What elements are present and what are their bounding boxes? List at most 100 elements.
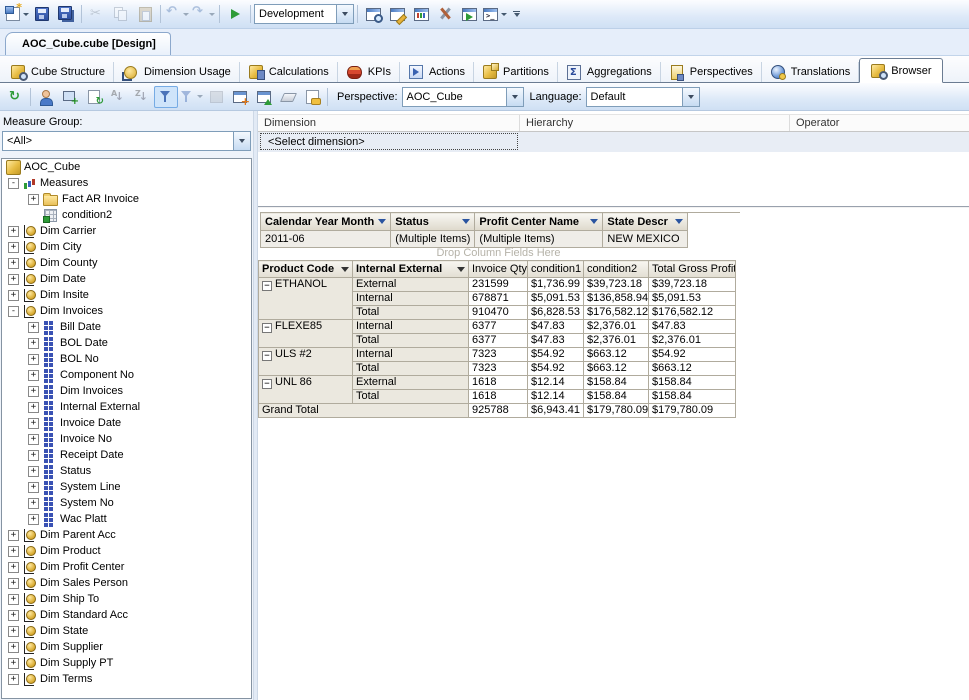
expand-icon[interactable]: + <box>8 578 19 589</box>
expand-icon[interactable]: + <box>28 402 39 413</box>
refresh-button[interactable] <box>82 86 106 108</box>
collapse-icon[interactable]: − <box>262 281 272 291</box>
paste-button[interactable] <box>133 3 157 25</box>
solution-explorer-button[interactable] <box>361 3 385 25</box>
tab-cube-structure[interactable]: Cube Structure <box>2 62 114 82</box>
command-window-button[interactable] <box>481 3 508 25</box>
tree-item-aoc-cube[interactable]: AOC_Cube <box>2 159 251 175</box>
collapse-icon[interactable]: − <box>262 351 272 361</box>
select-dimension-cell[interactable]: <Select dimension> <box>260 133 518 150</box>
expand-icon[interactable]: + <box>28 322 39 333</box>
tree-item-fact-ar-invoice[interactable]: +Fact AR Invoice <box>2 191 251 207</box>
tab-calculations[interactable]: Calculations <box>240 62 338 82</box>
tree-item-system-no[interactable]: +System No <box>2 495 251 511</box>
expand-icon[interactable]: + <box>28 418 39 429</box>
new-item-button[interactable] <box>4 3 30 25</box>
measure-group-combo[interactable]: <All> <box>2 131 251 151</box>
expand-icon[interactable]: + <box>28 338 39 349</box>
expand-icon[interactable]: + <box>8 658 19 669</box>
document-tab[interactable]: AOC_Cube.cube [Design] <box>5 32 171 55</box>
save-all-button[interactable] <box>54 3 78 25</box>
copy-button[interactable] <box>109 3 133 25</box>
expand-icon[interactable]: + <box>28 482 39 493</box>
tree-item-condition2[interactable]: condition2 <box>2 207 251 223</box>
solution-configuration-combo[interactable]: Development <box>254 4 354 24</box>
tree-item-internal-external[interactable]: +Internal External <box>2 399 251 415</box>
expand-icon[interactable]: + <box>8 562 19 573</box>
show-hidden-button[interactable] <box>252 86 276 108</box>
drillthrough-button[interactable] <box>204 86 228 108</box>
tree-item-measures[interactable]: -Measures <box>2 175 251 191</box>
expand-icon[interactable]: + <box>28 386 39 397</box>
expand-icon[interactable]: + <box>8 274 19 285</box>
expand-icon[interactable]: + <box>8 626 19 637</box>
tree-item-dim-terms[interactable]: +Dim Terms <box>2 671 251 687</box>
tree-item-dim-sales-person[interactable]: +Dim Sales Person <box>2 575 251 591</box>
perspective-combo[interactable]: AOC_Cube <box>402 87 524 107</box>
filter-dropdown-icon[interactable] <box>378 219 386 224</box>
expand-icon[interactable]: + <box>28 498 39 509</box>
redo-button[interactable] <box>190 3 216 25</box>
expand-icon[interactable]: + <box>8 610 19 621</box>
tree-item-dim-invoices[interactable]: +Dim Invoices <box>2 383 251 399</box>
autofilter-button[interactable] <box>154 86 178 108</box>
clear-results-button[interactable] <box>276 86 300 108</box>
expand-icon[interactable]: + <box>28 450 39 461</box>
filter-field-calendar-year-month[interactable]: Calendar Year Month <box>261 213 391 231</box>
combo-dropdown-button[interactable] <box>233 132 250 150</box>
expand-icon[interactable]: + <box>8 546 19 557</box>
tree-item-receipt-date[interactable]: +Receipt Date <box>2 447 251 463</box>
tree-item-dim-state[interactable]: +Dim State <box>2 623 251 639</box>
filter-dropdown-icon[interactable] <box>462 219 470 224</box>
collapse-icon[interactable]: − <box>262 323 272 333</box>
filter-dropdown-icon[interactable] <box>341 267 349 272</box>
filter-dropdown-icon[interactable] <box>590 219 598 224</box>
expand-icon[interactable]: + <box>8 674 19 685</box>
tree-item-dim-supply-pt[interactable]: +Dim Supply PT <box>2 655 251 671</box>
filter-field-state-descr[interactable]: State Descr <box>603 213 688 231</box>
tree-item-bill-date[interactable]: +Bill Date <box>2 319 251 335</box>
tab-actions[interactable]: Actions <box>400 62 474 82</box>
show-filter-button[interactable] <box>178 86 204 108</box>
tree-item-component-no[interactable]: +Component No <box>2 367 251 383</box>
sort-descending-button[interactable] <box>130 86 154 108</box>
tab-kpis[interactable]: KPIs <box>338 62 400 82</box>
filter-field-status[interactable]: Status <box>391 213 475 231</box>
tree-item-dim-carrier[interactable]: +Dim Carrier <box>2 223 251 239</box>
expand-icon[interactable]: + <box>8 242 19 253</box>
column-header-product-code[interactable]: Product Code <box>259 261 353 278</box>
save-button[interactable] <box>30 3 54 25</box>
tree-item-dim-product[interactable]: +Dim Product <box>2 543 251 559</box>
expand-icon[interactable]: + <box>8 530 19 541</box>
expand-icon[interactable]: + <box>28 354 39 365</box>
expand-icon[interactable]: + <box>8 226 19 237</box>
tree-item-dim-invoices[interactable]: -Dim Invoices <box>2 303 251 319</box>
combo-dropdown-button[interactable] <box>682 88 699 106</box>
combo-dropdown-button[interactable] <box>506 88 523 106</box>
tree-item-invoice-date[interactable]: +Invoice Date <box>2 415 251 431</box>
start-page-button[interactable] <box>457 3 481 25</box>
expand-icon[interactable]: + <box>28 434 39 445</box>
tree-item-dim-parent-acc[interactable]: +Dim Parent Acc <box>2 527 251 543</box>
expand-icon[interactable]: + <box>8 594 19 605</box>
cut-button[interactable] <box>85 3 109 25</box>
expand-icon[interactable]: + <box>8 642 19 653</box>
language-combo[interactable]: Default <box>586 87 700 107</box>
collapse-icon[interactable]: - <box>8 306 19 317</box>
sort-ascending-button[interactable] <box>106 86 130 108</box>
start-debugging-button[interactable] <box>223 3 247 25</box>
filter-dropdown-icon[interactable] <box>457 267 465 272</box>
tab-perspectives[interactable]: Perspectives <box>661 62 762 82</box>
expand-icon[interactable]: + <box>28 466 39 477</box>
tree-item-bol-date[interactable]: +BOL Date <box>2 335 251 351</box>
combo-dropdown-button[interactable] <box>336 5 353 23</box>
tree-item-dim-date[interactable]: +Dim Date <box>2 271 251 287</box>
tree-item-dim-ship-to[interactable]: +Dim Ship To <box>2 591 251 607</box>
expand-icon[interactable]: + <box>8 258 19 269</box>
column-header-internal-external[interactable]: Internal External <box>353 261 469 278</box>
properties-window-button[interactable] <box>385 3 409 25</box>
process-button[interactable] <box>58 86 82 108</box>
reconnect-button[interactable] <box>3 86 27 108</box>
tab-translations[interactable]: Translations <box>762 62 860 82</box>
expand-icon[interactable]: + <box>28 194 39 205</box>
